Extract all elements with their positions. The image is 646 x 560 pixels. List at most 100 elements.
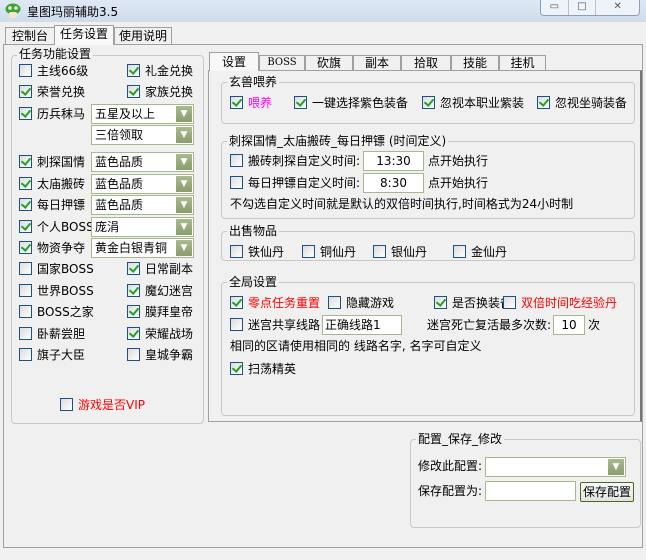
worship-emperor-checkbox[interactable] xyxy=(127,305,140,318)
hide-game-checkbox[interactable] xyxy=(328,296,341,309)
boss-home-checkbox[interactable] xyxy=(19,305,32,318)
chevron-down-icon[interactable]: ▼ xyxy=(176,127,192,143)
save-config-button[interactable]: 保存配置 xyxy=(580,482,634,502)
escort-quality-select-value: 蓝色品质 xyxy=(95,198,144,212)
escort-suffix: 点开始执行 xyxy=(428,176,489,190)
timing-group-title: 刺探国情_太庙搬砖_每日押镖 (时间定义) xyxy=(227,134,449,148)
timing-note: 不勾选自定义时间就是默认的双倍时间执行,时间格式为24小时制 xyxy=(230,197,574,211)
escort-time-input[interactable]: 8:30 xyxy=(363,173,424,193)
resource-select[interactable]: 黄金白银青铜 ▼ xyxy=(91,238,194,258)
personal-boss-select[interactable]: 庞涓 ▼ xyxy=(91,217,194,237)
flag-minister-checkbox[interactable] xyxy=(19,348,32,361)
woxin-label: 卧薪尝胆 xyxy=(37,326,86,341)
escort-time-checkbox[interactable] xyxy=(230,176,243,189)
maze-route-input[interactable]: 正确线路1 xyxy=(322,315,402,335)
change-equip-checkbox[interactable] xyxy=(434,296,447,309)
daily-dungeon-label: 日常副本 xyxy=(145,262,194,276)
spy-quality-select-value: 蓝色品质 xyxy=(95,155,144,169)
gold-pill-checkbox[interactable] xyxy=(453,245,466,258)
troop-training-checkbox[interactable] xyxy=(19,107,32,120)
subtab-1[interactable]: BOSS xyxy=(259,55,305,70)
personal-boss-select-value: 庞涓 xyxy=(95,220,120,234)
subtab-0[interactable]: 设置 xyxy=(209,52,259,71)
main-quest-checkbox[interactable] xyxy=(19,64,32,77)
spy-checkbox[interactable] xyxy=(19,155,32,168)
family-exchange-label: 家族兑换 xyxy=(145,85,194,99)
window-title: 皇图玛丽辅助3.5 xyxy=(27,5,119,19)
copper-pill-label: 铜仙丹 xyxy=(320,245,357,259)
tab-usage[interactable]: 使用说明 xyxy=(114,27,172,44)
daily-escort-label: 每日押镖 xyxy=(37,198,86,212)
troop-star-select[interactable]: 五星及以上 ▼ xyxy=(91,104,194,124)
global-note: 相同的区请使用相同的 线路名字, 名字可自定义 xyxy=(230,339,482,353)
daily-dungeon-checkbox[interactable] xyxy=(127,262,140,275)
midnight-reset-checkbox[interactable] xyxy=(230,296,243,309)
spy-quality-select[interactable]: 蓝色品质 ▼ xyxy=(91,152,194,172)
maximize-button[interactable]: □ xyxy=(569,0,597,15)
select-purple-label: 一键选择紫色装备 xyxy=(312,96,409,110)
ignore-class-purple-checkbox[interactable] xyxy=(422,96,435,109)
glory-battlefield-checkbox[interactable] xyxy=(127,326,140,340)
family-exchange-checkbox[interactable] xyxy=(127,85,140,98)
sell-group-title: 出售物品 xyxy=(227,224,280,238)
subtab-3[interactable]: 副本 xyxy=(353,55,401,70)
task-group-title: 任务功能设置 xyxy=(17,47,94,61)
copper-pill-checkbox[interactable] xyxy=(302,245,315,258)
world-boss-checkbox[interactable] xyxy=(19,283,32,297)
tab-console[interactable]: 控制台 xyxy=(5,27,55,44)
iron-pill-label: 铁仙丹 xyxy=(248,245,285,259)
sweep-elite-checkbox[interactable] xyxy=(230,362,243,375)
revive-count-input[interactable]: 10 xyxy=(553,315,585,335)
chevron-down-icon[interactable]: ▼ xyxy=(176,197,192,213)
imperial-city-label: 皇城争霸 xyxy=(145,348,194,362)
magic-maze-checkbox[interactable] xyxy=(127,283,140,297)
ignore-mount-checkbox[interactable] xyxy=(537,96,550,109)
personal-boss-checkbox[interactable] xyxy=(19,220,32,233)
gift-exchange-checkbox[interactable] xyxy=(127,64,140,77)
imperial-city-checkbox[interactable] xyxy=(127,348,140,361)
double-exp-pill-checkbox[interactable] xyxy=(503,296,516,309)
pet-group-title: 玄兽喂养 xyxy=(227,75,280,89)
escort-quality-select[interactable]: 蓝色品质 ▼ xyxy=(91,195,194,215)
daily-escort-checkbox[interactable] xyxy=(19,198,32,211)
silver-pill-checkbox[interactable] xyxy=(373,245,386,258)
honor-exchange-checkbox[interactable] xyxy=(19,85,32,98)
brick-spy-time-checkbox[interactable] xyxy=(230,154,243,167)
feed-checkbox[interactable] xyxy=(230,96,243,109)
close-button[interactable]: ✕ xyxy=(596,0,639,15)
tab-task-settings[interactable]: 任务设置 xyxy=(54,25,114,45)
feed-label: 喂养 xyxy=(248,96,273,110)
brick-spy-time-input[interactable]: 13:30 xyxy=(363,151,424,171)
chevron-down-icon[interactable]: ▼ xyxy=(176,154,192,170)
minimize-button[interactable]: ▭ xyxy=(541,0,569,15)
brick-spy-time-label: 搬砖刺探自定义时间: xyxy=(248,154,361,168)
iron-pill-checkbox[interactable] xyxy=(230,245,243,258)
subtab-5[interactable]: 技能 xyxy=(451,55,499,70)
maze-share-checkbox[interactable] xyxy=(230,318,243,331)
troop-training-label: 历兵秣马 xyxy=(37,107,86,121)
chevron-down-icon[interactable]: ▼ xyxy=(176,176,192,192)
save-as-input[interactable] xyxy=(485,481,576,501)
modify-config-select[interactable]: ▼ xyxy=(485,457,626,477)
game-vip-checkbox[interactable] xyxy=(60,398,73,411)
modify-config-label: 修改此配置: xyxy=(418,459,483,473)
revive-unit: 次 xyxy=(588,318,601,332)
midnight-reset-label: 零点任务重置 xyxy=(248,296,321,310)
chevron-down-icon[interactable]: ▼ xyxy=(176,219,192,235)
subtab-2[interactable]: 砍旗 xyxy=(305,55,353,70)
resource-fight-checkbox[interactable] xyxy=(19,241,32,254)
troop-reward-select[interactable]: 三倍领取 ▼ xyxy=(91,125,194,145)
nation-boss-checkbox[interactable] xyxy=(19,262,32,275)
woxin-checkbox[interactable] xyxy=(19,326,32,340)
temple-brick-checkbox[interactable] xyxy=(19,177,32,190)
chevron-down-icon[interactable]: ▼ xyxy=(176,240,192,256)
temple-brick-label: 太庙搬砖 xyxy=(37,177,86,191)
subtab-4[interactable]: 拾取 xyxy=(401,55,451,70)
select-purple-checkbox[interactable] xyxy=(294,96,307,109)
chevron-down-icon[interactable]: ▼ xyxy=(176,106,192,122)
chevron-down-icon[interactable]: ▼ xyxy=(608,459,624,475)
brick-quality-select[interactable]: 蓝色品质 ▼ xyxy=(91,174,194,194)
maze-share-label: 迷宫共享线路 xyxy=(248,318,321,332)
subtab-6[interactable]: 挂机 xyxy=(499,55,546,70)
gift-exchange-label: 礼金兑换 xyxy=(145,64,194,78)
